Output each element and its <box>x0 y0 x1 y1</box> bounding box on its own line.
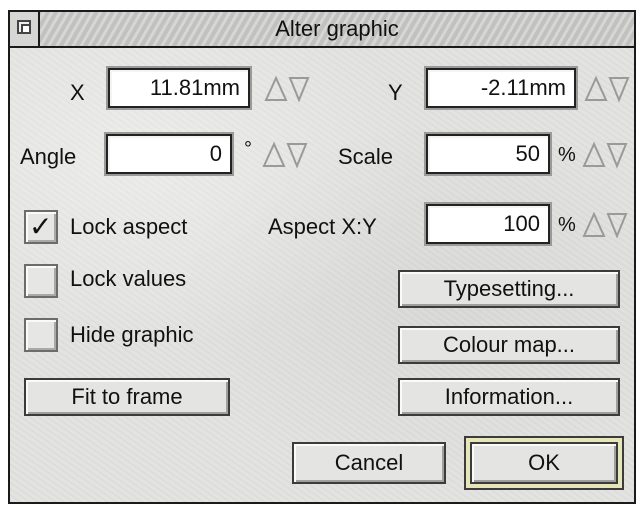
aspect-field[interactable]: 100 <box>424 202 552 246</box>
colour-map-button[interactable]: Colour map... <box>398 326 620 364</box>
fit-to-frame-button[interactable]: Fit to frame <box>24 378 230 416</box>
angle-label: Angle <box>20 144 77 169</box>
angle-value: 0 <box>209 141 222 166</box>
angle-field[interactable]: 0 <box>104 132 234 176</box>
back-icon[interactable] <box>10 12 40 46</box>
aspect-value: 100 <box>503 211 540 236</box>
scale-field[interactable]: 50 <box>424 132 552 176</box>
title-bar[interactable]: Alter graphic <box>10 12 634 48</box>
scale-value: 50 <box>515 141 540 166</box>
y-value: -2.11mm <box>480 75 566 100</box>
lock-values-checkbox[interactable] <box>24 264 58 298</box>
lock-values-label: Lock values <box>70 266 187 291</box>
hide-graphic-checkbox[interactable] <box>24 318 58 352</box>
information-button[interactable]: Information... <box>398 378 620 416</box>
y-label: Y <box>388 80 403 105</box>
aspect-label: Aspect X:Y <box>268 214 377 239</box>
hide-graphic-label: Hide graphic <box>70 322 194 347</box>
scale-stepper[interactable] <box>582 140 628 170</box>
check-mark-icon: ✓ <box>29 211 53 242</box>
y-field[interactable]: -2.11mm <box>424 66 578 110</box>
degree-unit: ° <box>244 138 252 160</box>
x-field[interactable]: 11.81mm <box>106 66 252 110</box>
scale-label: Scale <box>338 144 394 169</box>
alter-graphic-dialog: Alter graphic X 11.81mm Y -2.11mm Angle … <box>8 10 636 504</box>
aspect-percent-unit: % <box>558 214 576 236</box>
x-stepper[interactable] <box>264 74 310 104</box>
x-label: X <box>70 80 85 105</box>
x-value: 11.81mm <box>149 75 240 100</box>
angle-stepper[interactable] <box>262 140 308 170</box>
lock-aspect-checkbox[interactable]: ✓ <box>24 210 58 244</box>
ok-button[interactable]: OK <box>470 442 618 484</box>
y-stepper[interactable] <box>584 74 630 104</box>
lock-aspect-label: Lock aspect <box>70 214 188 239</box>
scale-percent-unit: % <box>558 144 576 166</box>
cancel-button[interactable]: Cancel <box>292 442 446 484</box>
window-title: Alter graphic <box>275 16 399 41</box>
ok-default-frame: OK <box>464 436 624 490</box>
aspect-stepper[interactable] <box>582 210 628 240</box>
typesetting-button[interactable]: Typesetting... <box>398 270 620 308</box>
